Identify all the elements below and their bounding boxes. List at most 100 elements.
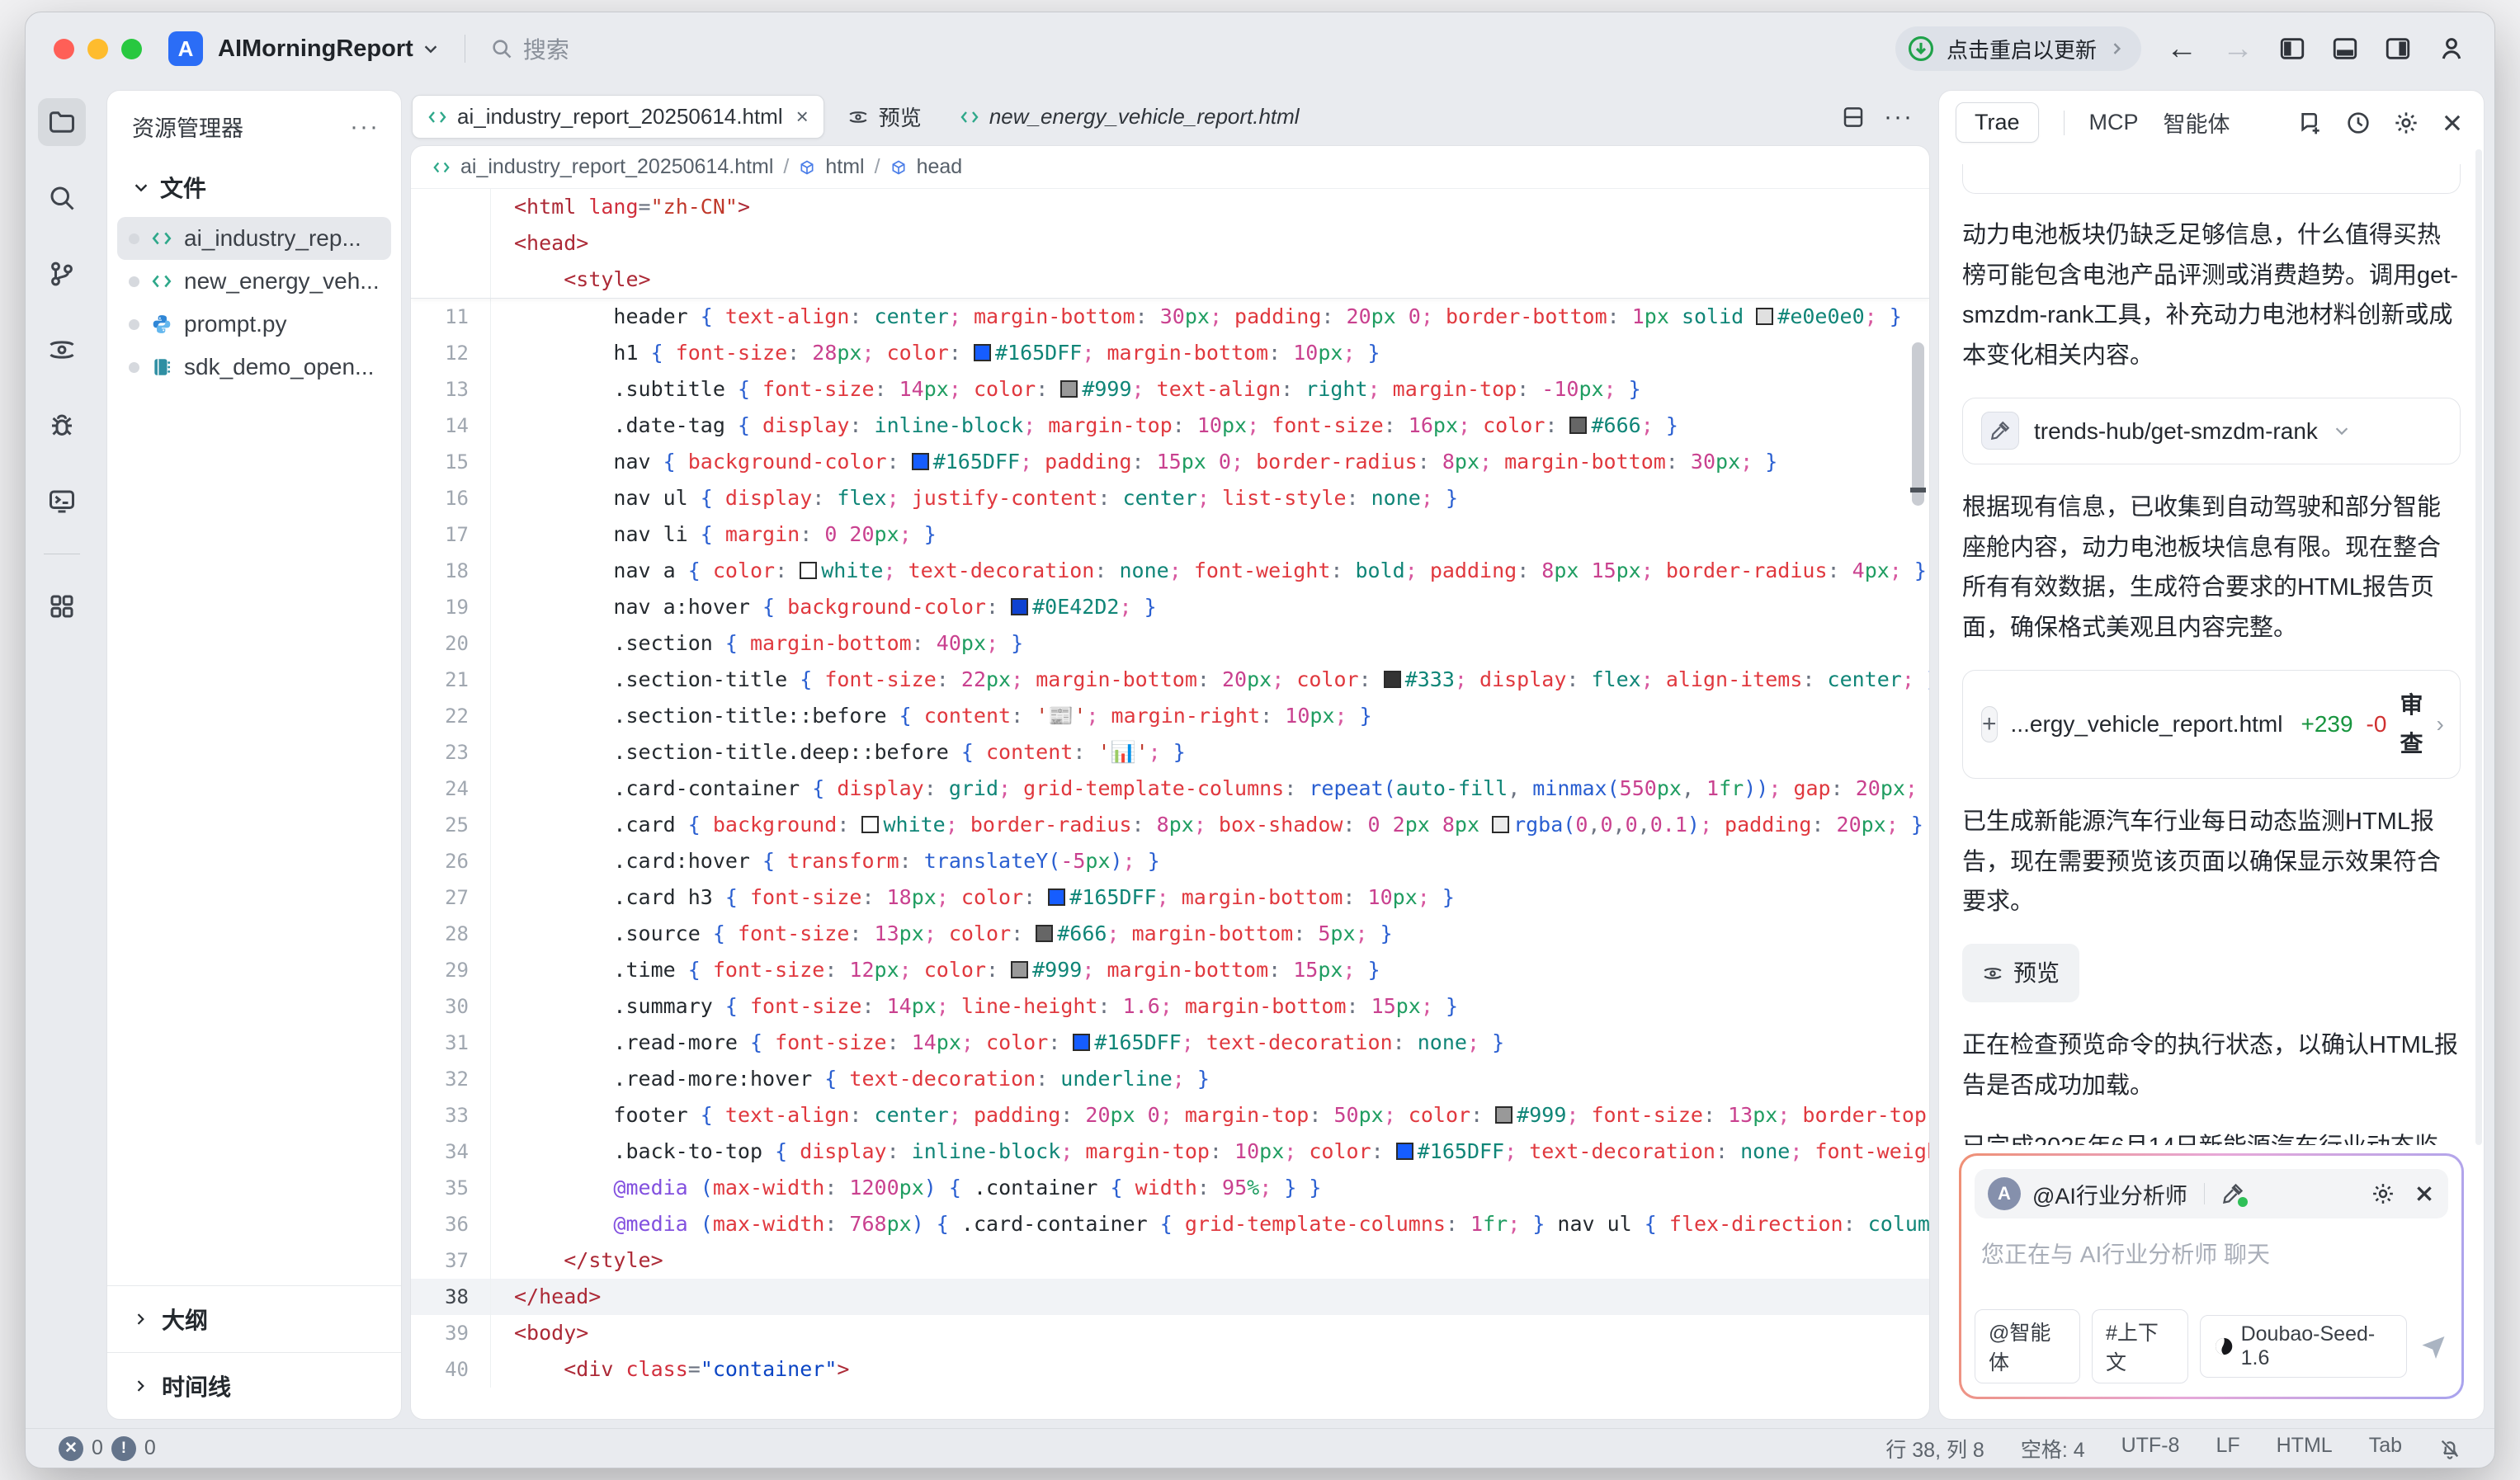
minimize-window-button[interactable] [87,39,108,59]
editor-more-actions-icon[interactable]: ··· [1884,103,1914,131]
source-control-activity-button[interactable] [38,250,86,298]
close-tab-icon[interactable]: × [796,104,809,130]
breadcrumb-file[interactable]: ai_industry_report_20250614.html [460,155,773,179]
zoom-window-button[interactable] [121,39,142,59]
editor-scrollbar[interactable] [1912,342,1924,506]
status-segment[interactable]: HTML [2277,1434,2333,1464]
timeline-section-header[interactable]: 时间线 [107,1352,401,1419]
expand-icon[interactable]: + [1981,706,1998,742]
agent-picker-chip[interactable]: @智能体 [1975,1309,2080,1383]
code-line[interactable]: 15 nav { background-color: #165DFF; padd… [411,444,1929,480]
code-line[interactable]: 32 .read-more:hover { text-decoration: u… [411,1061,1929,1097]
code-line[interactable]: 25 .card { background: white; border-rad… [411,807,1929,843]
file-item[interactable]: prompt.py [117,303,391,346]
code-line[interactable]: <head> [411,225,1929,262]
code-line[interactable]: 12 h1 { font-size: 28px; color: #165DFF;… [411,335,1929,371]
tab-agents[interactable]: 智能体 [2164,106,2230,139]
files-section-header[interactable]: 文件 [107,158,401,217]
split-editor-icon[interactable] [1841,105,1866,130]
preview-activity-button[interactable] [38,326,86,374]
back-button[interactable]: ← [2166,33,2197,64]
code-line[interactable]: 14 .date-tag { display: inline-block; ma… [411,408,1929,444]
account-icon[interactable] [2437,34,2466,64]
code-line[interactable]: 38</head> [411,1279,1929,1315]
chevron-down-icon[interactable] [2333,422,2351,440]
code-line[interactable]: 18 nav a { color: white; text-decoration… [411,553,1929,589]
agent-mention[interactable]: @AI行业分析师 [2032,1178,2187,1210]
code-line[interactable]: 40 <div class="container"> [411,1351,1929,1388]
status-segment[interactable]: 行 38, 列 8 [1885,1434,1984,1464]
code-line[interactable]: 23 .section-title.deep::before { content… [411,734,1929,771]
debug-activity-button[interactable] [38,402,86,450]
toggle-bottom-panel-icon[interactable] [2331,35,2359,63]
chat-input-placeholder[interactable]: 您正在与 AI行业分析师 聊天 [1975,1218,2448,1309]
file-change-card[interactable]: + ...ergy_vehicle_report.html +239 -0 审查… [1962,670,2461,779]
assistant-conversation[interactable]: 动力电池板块仍缺乏足够信息，什么值得买热榜可能包含电池产品评测或消费趋势。调用g… [1939,149,2484,1145]
tab-trae[interactable]: Trae [1956,102,2039,143]
code-line[interactable]: 39<body> [411,1315,1929,1351]
file-item[interactable]: ai_industry_rep... [117,217,391,260]
chat-settings-gear-icon[interactable] [2371,1181,2395,1206]
settings-gear-icon[interactable] [2393,110,2419,136]
code-line[interactable]: 11 header { text-align: center; margin-b… [411,299,1929,335]
terminal-activity-button[interactable] [38,478,86,526]
forward-button[interactable]: → [2222,33,2253,64]
code-line[interactable]: 34 .back-to-top { display: inline-block;… [411,1134,1929,1170]
tools-status-icon[interactable] [2221,1182,2244,1205]
notifications-muted-icon[interactable] [2438,1437,2461,1460]
remove-agent-icon[interactable] [2414,1183,2435,1204]
breadcrumb-head[interactable]: head [917,155,963,179]
status-segment[interactable]: LF [2216,1434,2239,1464]
tool-call-card[interactable]: trends-hub/get-smzdm-rank [1962,398,2461,464]
tab-ai-industry-report[interactable]: ai_industry_report_20250614.html × [412,95,824,139]
code-line[interactable]: 36 @media (max-width: 768px) { .card-con… [411,1206,1929,1242]
new-chat-icon[interactable] [2297,110,2324,136]
close-panel-icon[interactable] [2441,111,2464,134]
context-picker-chip[interactable]: #上下文 [2092,1309,2188,1383]
code-line[interactable]: 21 .section-title { font-size: 22px; mar… [411,662,1929,698]
code-lines[interactable]: 11 header { text-align: center; margin-b… [411,299,1929,1388]
outline-section-header[interactable]: 大纲 [107,1285,401,1352]
code-line[interactable]: 26 .card:hover { transform: translateY(-… [411,843,1929,879]
file-item[interactable]: sdk_demo_open... [117,346,391,389]
code-line[interactable]: 31 .read-more { font-size: 14px; color: … [411,1025,1929,1061]
code-line[interactable]: 35 @media (max-width: 1200px) { .contain… [411,1170,1929,1206]
code-area[interactable]: <html lang="zh-CN"><head> <style> 11 hea… [411,189,1929,1419]
send-button[interactable] [2419,1332,2448,1361]
model-picker-chip[interactable]: Doubao-Seed-1.6 [2200,1315,2407,1378]
tab-new-energy-vehicle-report[interactable]: new_energy_vehicle_report.html [945,96,1314,138]
extensions-activity-button[interactable] [38,582,86,630]
review-button[interactable]: 审查 [2400,686,2423,763]
code-line[interactable]: <style> [411,262,1929,298]
code-line[interactable]: 22 .section-title::before { content: '📰'… [411,698,1929,734]
code-line[interactable]: 13 .subtitle { font-size: 14px; color: #… [411,371,1929,408]
code-line[interactable]: 33 footer { text-align: center; padding:… [411,1097,1929,1134]
preview-button[interactable]: 预览 [1962,944,2079,1002]
history-icon[interactable] [2345,110,2371,136]
code-line[interactable]: 29 .time { font-size: 12px; color: #999;… [411,952,1929,988]
status-segment[interactable]: Tab [2369,1434,2402,1464]
global-search[interactable]: 搜索 [490,32,569,65]
close-window-button[interactable] [54,39,74,59]
code-line[interactable]: 28 .source { font-size: 13px; color: #66… [411,916,1929,952]
status-segment[interactable]: UTF-8 [2121,1434,2180,1464]
code-line[interactable]: 19 nav a:hover { background-color: #0E42… [411,589,1929,625]
project-name-menu[interactable]: AIMorningReport [218,35,440,63]
code-line[interactable]: 17 nav li { margin: 0 20px; } [411,516,1929,553]
code-line[interactable]: <html lang="zh-CN"> [411,189,1929,225]
code-line[interactable]: 20 .section { margin-bottom: 40px; } [411,625,1929,662]
code-line[interactable]: 37 </style> [411,1242,1929,1279]
code-line[interactable]: 24 .card-container { display: grid; grid… [411,771,1929,807]
toggle-right-panel-icon[interactable] [2384,35,2412,63]
tab-preview[interactable]: 预览 [833,93,937,140]
file-item[interactable]: new_energy_veh... [117,260,391,303]
search-activity-button[interactable] [38,174,86,222]
explorer-more-button[interactable]: ··· [350,113,380,141]
chat-input-box[interactable]: A @AI行业分析师 您正在与 AI行业分析师 聊天 [1959,1153,2464,1399]
code-line[interactable]: 27 .card h3 { font-size: 18px; color: #1… [411,879,1929,916]
problems-indicator[interactable]: ✕ 0 ! 0 [59,1436,156,1461]
explorer-activity-button[interactable] [38,98,86,146]
toggle-left-panel-icon[interactable] [2278,35,2306,63]
sticky-scroll[interactable]: <html lang="zh-CN"><head> <style> [411,189,1929,299]
window-controls[interactable] [54,39,142,59]
